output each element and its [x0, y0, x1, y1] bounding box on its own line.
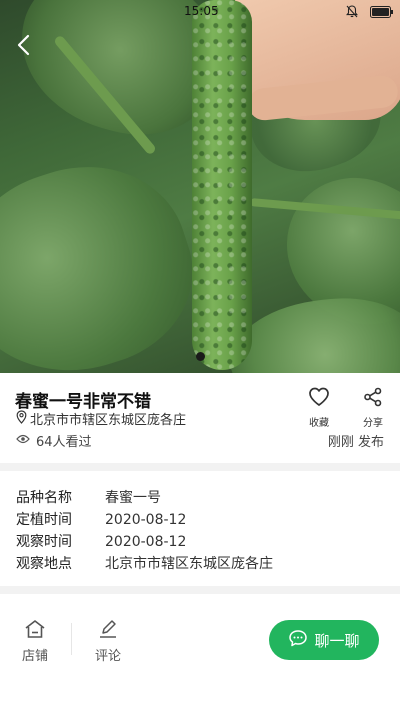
photo-leaf	[0, 139, 216, 373]
detail-row: 观察时间 2020-08-12	[16, 531, 384, 553]
product-photo	[0, 0, 400, 373]
photo-pagination-dot	[196, 352, 205, 361]
comment-label: 评论	[94, 649, 121, 664]
favorite-button[interactable]: 收藏	[299, 387, 339, 429]
view-count: 64人看过	[16, 431, 92, 450]
post-info-card: 春蜜一号非常不错 北京市市辖区东城区庞各庄 64人看过 收藏 分享 刚刚 发布	[0, 373, 400, 463]
detail-key: 品种名称	[16, 490, 72, 506]
photo-cucumber	[192, 0, 252, 370]
battery-icon	[370, 5, 394, 18]
share-icon	[353, 387, 393, 410]
store-icon	[15, 619, 55, 643]
post-location: 北京市市辖区东城区庞各庄	[16, 409, 186, 428]
chat-button[interactable]: 聊一聊	[269, 620, 379, 660]
detail-row: 观察地点 北京市市辖区东城区庞各庄	[16, 553, 384, 575]
detail-value: 2020-08-12	[105, 534, 187, 550]
location-pin-icon	[16, 409, 27, 428]
detail-key: 观察时间	[16, 534, 72, 550]
comment-tab[interactable]: 评论	[88, 619, 128, 664]
heart-icon	[299, 387, 339, 410]
pen-icon	[88, 619, 128, 643]
view-count-text: 64人看过	[36, 435, 92, 450]
chat-label: 聊一聊	[314, 631, 360, 650]
detail-row: 品种名称 春蜜一号	[16, 487, 384, 509]
store-label: 店铺	[21, 649, 48, 664]
eye-icon	[16, 433, 30, 448]
share-label: 分享	[363, 418, 383, 429]
back-button[interactable]	[12, 32, 36, 58]
status-icons	[346, 5, 394, 18]
tab-divider	[71, 623, 72, 655]
store-tab[interactable]: 店铺	[15, 619, 55, 664]
detail-key: 定植时间	[16, 512, 72, 528]
back-arrow-icon	[17, 34, 30, 56]
detail-value: 2020-08-12	[105, 512, 187, 528]
detail-value: 春蜜一号	[105, 490, 161, 506]
bottom-action-bar: 店铺 评论 聊一聊	[0, 601, 400, 711]
detail-key: 观察地点	[16, 556, 72, 572]
details-card: 品种名称 春蜜一号 定植时间 2020-08-12 观察时间 2020-08-1…	[0, 471, 400, 586]
status-bar: 15:05	[0, 0, 400, 24]
publish-time: 刚刚 发布	[327, 435, 384, 450]
location-text: 北京市市辖区东城区庞各庄	[30, 413, 187, 428]
detail-row: 定植时间 2020-08-12	[16, 509, 384, 531]
detail-value: 北京市市辖区东城区庞各庄	[105, 556, 273, 572]
bell-mute-icon	[346, 5, 358, 18]
share-button[interactable]: 分享	[353, 387, 393, 429]
favorite-label: 收藏	[309, 418, 329, 429]
chat-bubble-icon	[288, 629, 308, 651]
status-time: 15:05	[184, 4, 219, 18]
